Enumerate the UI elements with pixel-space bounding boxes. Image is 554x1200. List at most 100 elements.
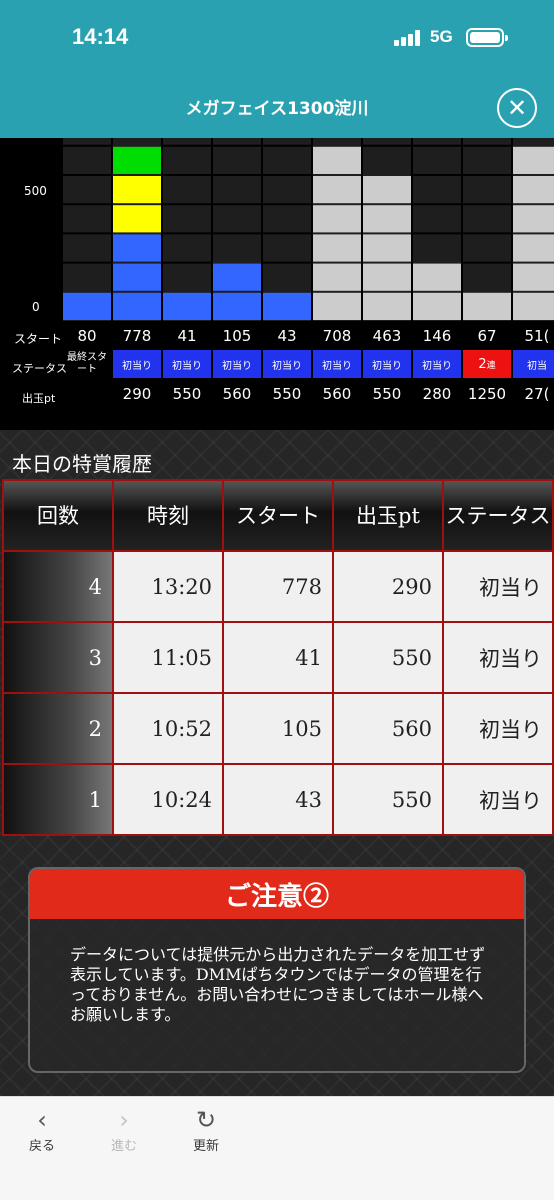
chevron-left-icon: ‹ xyxy=(37,1106,47,1134)
row-start: 778 xyxy=(222,550,334,623)
row-start: 105 xyxy=(222,692,334,765)
start-value: 80 xyxy=(77,327,97,345)
bar-segment xyxy=(413,263,461,291)
reload-icon: ↻ xyxy=(195,1106,217,1134)
bar-segment xyxy=(313,263,361,291)
pt-value: 550 xyxy=(272,385,302,403)
row-time: 10:24 xyxy=(112,763,224,836)
table-row: 1 10:24 43 550 初当り xyxy=(2,763,554,836)
status-badge: 初当り xyxy=(363,350,411,378)
row-start: 43 xyxy=(222,763,334,836)
row-count: 4 xyxy=(2,550,114,623)
notice-title: ご注意② xyxy=(30,869,524,919)
reload-button[interactable]: ↻ 更新 xyxy=(176,1105,236,1154)
row-count: 3 xyxy=(2,621,114,694)
network-label: 5G xyxy=(430,27,453,46)
status-badge: 初当り xyxy=(413,350,461,378)
pt-value: 1250 xyxy=(467,385,507,403)
bar-segment xyxy=(213,263,261,291)
bottom-toolbar: ‹ 戻る › 進む ↻ 更新 xyxy=(0,1096,554,1200)
bar-segment xyxy=(313,205,361,233)
start-value: 51( xyxy=(524,327,550,345)
header-start: スタート xyxy=(222,479,334,552)
start-value: 43 xyxy=(277,327,297,345)
pt-value: 27( xyxy=(524,385,550,403)
start-value: 41 xyxy=(177,327,197,345)
bar-segment xyxy=(313,146,361,174)
status-badge: 最終スタート xyxy=(67,352,107,375)
bar-segment xyxy=(363,234,411,262)
history-title: 本日の特賞履歴 xyxy=(12,452,152,476)
status-bar: 14:14 5G xyxy=(0,0,554,78)
bar-segment xyxy=(113,146,161,174)
start-value: 105 xyxy=(222,327,252,345)
status-badge: 初当り xyxy=(263,350,311,378)
back-button[interactable]: ‹ 戻る xyxy=(12,1105,72,1154)
battery-icon xyxy=(466,28,508,47)
reload-label: 更新 xyxy=(192,1139,219,1154)
bar-segment xyxy=(113,234,161,262)
bar-segment xyxy=(113,176,161,204)
pt-value: 560 xyxy=(322,385,352,403)
bar-segment xyxy=(413,292,461,320)
row-pt: 560 xyxy=(332,692,444,765)
row-time: 11:05 xyxy=(112,621,224,694)
row-status: 初当り xyxy=(442,692,554,765)
signal-icon xyxy=(394,30,420,46)
pt-value: 280 xyxy=(422,385,452,403)
bar-segment xyxy=(463,292,511,320)
back-label: 戻る xyxy=(28,1139,55,1154)
status-badge: 初当り xyxy=(313,350,361,378)
start-value: 146 xyxy=(422,327,452,345)
chevron-right-icon: › xyxy=(119,1106,129,1134)
header-time: 時刻 xyxy=(112,479,224,552)
bar-segment xyxy=(113,205,161,233)
header-count: 回数 xyxy=(2,479,114,552)
history-header-row: 回数 時刻 スタート 出玉pt ステータス xyxy=(2,479,554,552)
notice-body: データについては提供元から出力されたデータを加工せず表示しています。DMMぱちタ… xyxy=(70,945,486,1024)
table-row: 4 13:20 778 290 初当り xyxy=(2,550,554,623)
status-badge: 初当り xyxy=(213,350,261,378)
table-row: 3 11:05 41 550 初当り xyxy=(2,621,554,694)
bar-segment xyxy=(313,234,361,262)
row-pt: 550 xyxy=(332,621,444,694)
start-value: 67 xyxy=(477,327,497,345)
bar-segment xyxy=(363,205,411,233)
close-icon: ✕ xyxy=(506,94,528,122)
close-button[interactable]: ✕ xyxy=(497,88,537,128)
bar-segment xyxy=(363,176,411,204)
forward-button[interactable]: › 進む xyxy=(94,1105,154,1154)
start-value: 778 xyxy=(122,327,152,345)
header-pt: 出玉pt xyxy=(332,479,444,552)
bar-segment xyxy=(113,292,161,320)
bar-segment xyxy=(363,263,411,291)
row-count: 2 xyxy=(2,692,114,765)
bar-segment xyxy=(113,263,161,291)
status-badge: 2連 xyxy=(463,350,511,378)
pt-row-label: 出玉pt xyxy=(22,392,56,405)
bar-segment xyxy=(513,234,554,262)
status-badge: 初当り xyxy=(163,350,211,378)
row-status: 初当り xyxy=(442,621,554,694)
bar-segment xyxy=(263,292,311,320)
row-time: 10:52 xyxy=(112,692,224,765)
row-pt: 290 xyxy=(332,550,444,623)
notice-box: ご注意② データについては提供元から出力されたデータを加工せず表示しています。D… xyxy=(28,867,526,1073)
top-bar: 14:14 5G メガフェイス1300淀川 ✕ xyxy=(0,0,554,138)
bar-segment xyxy=(513,292,554,320)
row-status: 初当り xyxy=(442,763,554,836)
status-row-label: ステータス xyxy=(12,362,67,375)
status-badge: 初当 xyxy=(513,350,554,378)
start-value: 708 xyxy=(322,327,352,345)
bar-segment xyxy=(313,292,361,320)
row-start: 41 xyxy=(222,621,334,694)
bar-segment xyxy=(313,176,361,204)
start-value: 463 xyxy=(372,327,402,345)
row-time: 13:20 xyxy=(112,550,224,623)
bar-segment xyxy=(163,292,211,320)
bar-segment xyxy=(363,292,411,320)
chart-area: 500 0 スタート ステータス 出玉pt 80 最終スタート 778 初当り 290 4… xyxy=(0,138,554,430)
row-pt: 550 xyxy=(332,763,444,836)
bar-segment xyxy=(513,263,554,291)
pt-value: 290 xyxy=(122,385,152,403)
